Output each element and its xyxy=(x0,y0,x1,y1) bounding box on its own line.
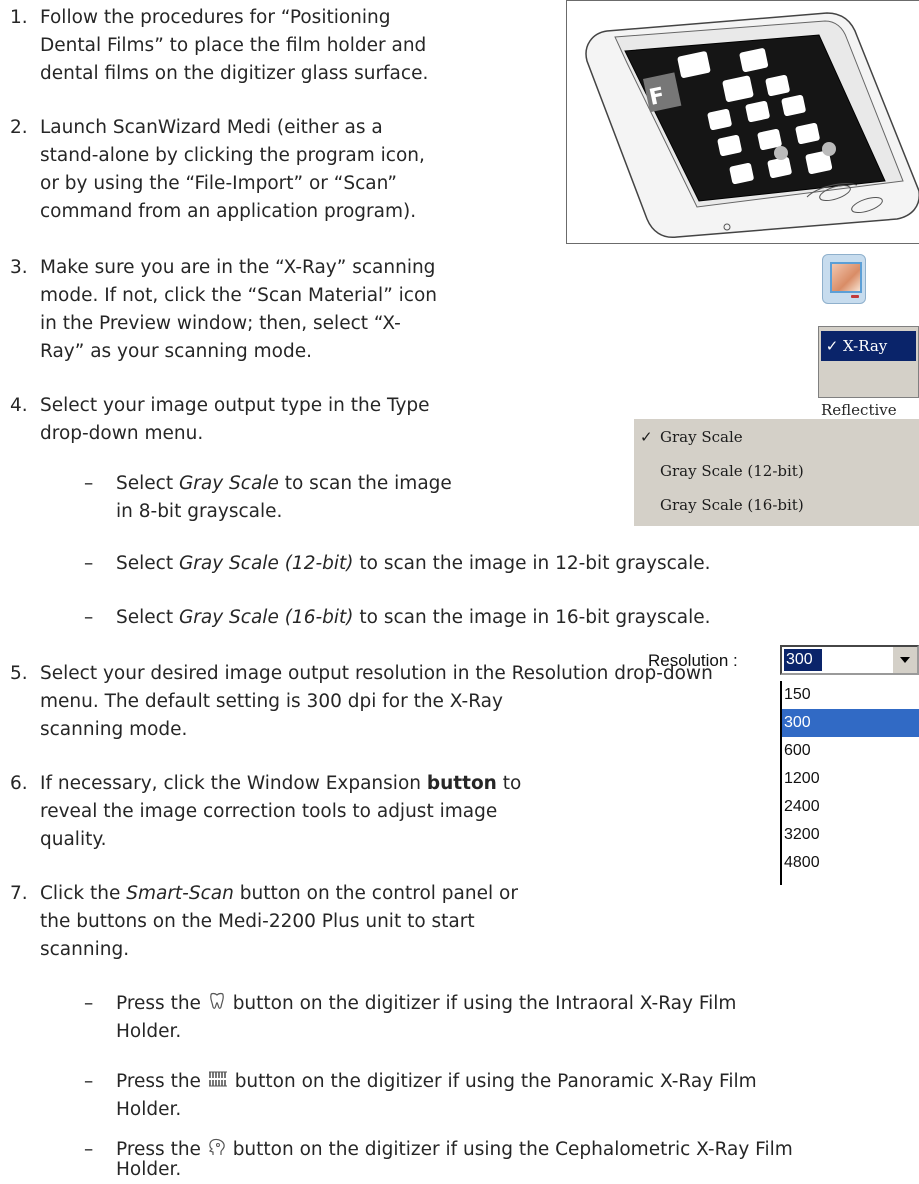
step-text: in the Preview window; then, select “X- xyxy=(40,313,401,334)
bullet-text-pre: Select xyxy=(116,473,179,494)
step-text: or by using the “File-Import” or “Scan” xyxy=(40,173,397,194)
step-text: Make sure you are in the “X-Ray” scannin… xyxy=(40,257,436,278)
step-text: quality. xyxy=(40,829,107,850)
step-text: Select your image output type in the Typ… xyxy=(40,395,430,416)
resolution-option[interactable]: 3200 xyxy=(782,821,919,849)
menu-item-label: Gray Scale (16-bit) xyxy=(660,496,804,514)
tooth-icon xyxy=(207,991,227,1020)
step-number: 4. xyxy=(10,395,28,416)
type-menu: ✓ Gray Scale Gray Scale (12-bit) Gray Sca… xyxy=(633,418,919,526)
menu-item-gray-scale[interactable]: ✓ Gray Scale xyxy=(640,425,743,449)
check-icon: ✓ xyxy=(825,337,839,355)
bullet-text: Select Gray Scale (16-bit) to scan the i… xyxy=(116,604,711,632)
resolution-value: 300 xyxy=(784,649,822,671)
bullet-dash: – xyxy=(84,473,94,494)
step-number: 3. xyxy=(10,257,28,278)
step-text: the buttons on the Medi-2200 Plus unit t… xyxy=(40,911,475,932)
bullet-text-post: button on the digitizer if using the Int… xyxy=(226,993,737,1014)
step-text: Ray” as your scanning mode. xyxy=(40,341,312,362)
bullet-text-post: to scan the image in 16-bit grayscale. xyxy=(353,607,711,628)
scan-material-indicator xyxy=(851,295,859,298)
scan-material-icon[interactable] xyxy=(822,254,866,304)
bullet-text: Press the button on the digitizer if usi… xyxy=(116,1068,757,1098)
menu-item-label: Reflective xyxy=(821,401,897,419)
bullet-dash: – xyxy=(84,1071,94,1092)
step-text: drop-down menu. xyxy=(40,423,204,444)
bullet-dash: – xyxy=(84,1139,94,1160)
menu-item-reflective[interactable]: Reflective xyxy=(821,365,916,419)
menu-item-gray-scale-12[interactable]: Gray Scale (12-bit) xyxy=(640,459,804,483)
bullet-dash: – xyxy=(84,607,94,628)
bullet-dash: – xyxy=(84,993,94,1014)
step-text: stand-alone by clicking the program icon… xyxy=(40,145,425,166)
bullet-text-post: button on the digitizer if using the Pan… xyxy=(228,1071,757,1092)
bullet-text-pre: Press the xyxy=(116,1071,207,1092)
bullet-text: Holder. xyxy=(116,1021,182,1042)
bullet-text: Holder. xyxy=(116,1159,182,1180)
scan-material-picture xyxy=(830,262,862,293)
bullet-text-pre: Press the xyxy=(116,993,207,1014)
step-text: If necessary, click the Window Expansion… xyxy=(40,770,521,798)
resolution-option[interactable]: 600 xyxy=(782,737,919,765)
step-number: 2. xyxy=(10,117,28,138)
resolution-option[interactable]: 150 xyxy=(782,681,919,709)
bullet-text-pre: Select xyxy=(116,607,179,628)
bullet-text-post: to scan the image in 12-bit grayscale. xyxy=(353,553,711,574)
step-number: 7. xyxy=(10,883,28,904)
resolution-option[interactable]: 1200 xyxy=(782,765,919,793)
resolution-options: 150 300 600 1200 2400 3200 4800 xyxy=(780,681,919,885)
resolution-option[interactable]: 4800 xyxy=(782,849,919,877)
bullet-text: Holder. xyxy=(116,1099,182,1120)
menu-item-label: Gray Scale (12-bit) xyxy=(660,462,804,480)
bullet-text-post: to scan the image xyxy=(278,473,452,494)
menu-item-label: Gray Scale xyxy=(660,428,743,446)
resolution-option[interactable]: 2400 xyxy=(782,793,919,821)
bullet-text: Press the button on the digitizer if usi… xyxy=(116,990,736,1020)
bullet-text-post: button on the digitizer if using the Cep… xyxy=(226,1139,793,1160)
resolution-select[interactable]: 300 xyxy=(780,645,919,675)
bullet-text-italic: Gray Scale (16-bit) xyxy=(178,607,354,628)
menu-item-gray-scale-16[interactable]: Gray Scale (16-bit) xyxy=(640,493,804,517)
step-number: 6. xyxy=(10,773,28,794)
bullet-text: Select Gray Scale (12-bit) to scan the i… xyxy=(116,550,711,578)
resolution-option[interactable]: 300 xyxy=(782,709,919,737)
bullet-text-italic: Gray Scale (12-bit) xyxy=(178,553,354,574)
scanner-illustration: F xyxy=(566,0,919,244)
step-text-post: button on the control panel or xyxy=(233,883,518,904)
step-text: scanning. xyxy=(40,939,130,960)
step-text: Select your desired image output resolut… xyxy=(40,663,713,684)
bullet-text: Press the button on the digitizer if usi… xyxy=(116,1136,793,1166)
step-text-bold: button xyxy=(426,773,497,794)
step-text-italic: Smart-Scan xyxy=(126,883,234,904)
bullet-text-pre: Select xyxy=(116,553,179,574)
step-number: 5. xyxy=(10,663,28,684)
teeth-row-icon xyxy=(207,1069,229,1098)
step-text: command from an application program). xyxy=(40,201,417,222)
scanner-with-films-icon: F xyxy=(585,12,919,239)
step-text: scanning mode. xyxy=(40,719,188,740)
bullet-dash: – xyxy=(84,553,94,574)
step-text-pre: Click the xyxy=(40,883,127,904)
scan-material-menu: ✓ X-Ray Reflective xyxy=(818,326,919,419)
step-number: 1. xyxy=(10,7,28,28)
resolution-label: Resolution : xyxy=(648,651,738,670)
step-text: Click the Smart-Scan button on the contr… xyxy=(40,880,518,908)
bullet-text: Select Gray Scale to scan the image xyxy=(116,470,452,498)
step-text: menu. The default setting is 300 dpi for… xyxy=(40,691,503,712)
menu-item-xray[interactable]: ✓ X-Ray xyxy=(821,331,916,361)
menu-item-label: X-Ray xyxy=(843,337,888,355)
bullet-text: in 8-bit grayscale. xyxy=(116,501,283,522)
step-text: dental films on the digitizer glass surf… xyxy=(40,63,429,84)
bullet-text-italic: Gray Scale xyxy=(178,473,279,494)
step-text: mode. If not, click the “Scan Material” … xyxy=(40,285,438,306)
step-text: Follow the procedures for “Positioning xyxy=(40,7,391,28)
step-text: Launch ScanWizard Medi (either as a xyxy=(40,117,383,138)
head-profile-icon xyxy=(207,1137,227,1166)
step-text: reveal the image correction tools to adj… xyxy=(40,801,498,822)
step-text-pre: If necessary, click the Window Expansion xyxy=(40,773,427,794)
step-text: Dental Films” to place the film holder a… xyxy=(40,35,427,56)
check-icon: ✓ xyxy=(640,428,653,446)
chevron-down-icon[interactable] xyxy=(892,647,917,673)
step-text-post: to xyxy=(496,773,522,794)
